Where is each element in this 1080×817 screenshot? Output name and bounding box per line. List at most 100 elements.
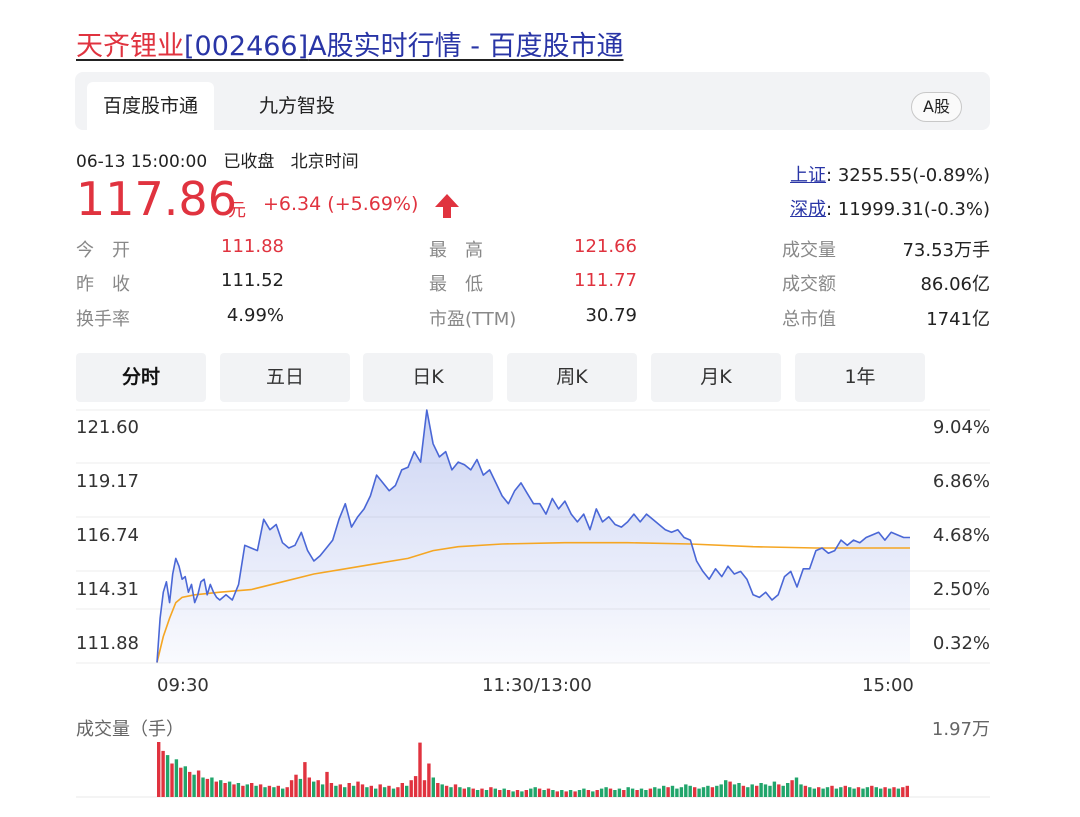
volume-bar [316, 780, 320, 797]
volume-bar [529, 788, 533, 797]
volume-bar [662, 785, 666, 797]
volume-bar [165, 755, 170, 797]
volume-bar [219, 780, 223, 797]
volume-bar [338, 784, 342, 797]
volume-bar [555, 791, 559, 797]
volume-bar [817, 787, 821, 797]
volume-bar [892, 787, 896, 797]
volume-bar [622, 790, 626, 797]
volume-bar [724, 780, 728, 797]
volume-bar [236, 783, 241, 797]
volume-bar [409, 780, 413, 797]
volume-bar [786, 783, 790, 797]
volume-bar [560, 790, 564, 797]
volume-bar [272, 787, 276, 797]
volume-bar [635, 790, 639, 797]
volume-bar [325, 771, 329, 797]
volume-bar [245, 784, 249, 797]
volume-bar [489, 787, 493, 797]
volume-bar [586, 790, 591, 797]
volume-bar [347, 783, 351, 797]
volume-bar [861, 788, 865, 797]
volume-bar [577, 790, 582, 797]
volume-bar [830, 785, 834, 797]
volume-bar [498, 790, 502, 797]
volume-bar [613, 790, 617, 797]
volume-bar [285, 787, 289, 797]
volume-bar [382, 787, 387, 797]
volume-bar [843, 785, 847, 797]
volume-bar [670, 785, 675, 797]
volume-bar [276, 785, 280, 797]
volume-bar [679, 787, 684, 797]
volume-bar [214, 781, 218, 797]
volume-bar [396, 787, 400, 797]
volume-bar [413, 776, 418, 797]
volume-bar [803, 785, 808, 797]
volume-bar [617, 788, 622, 797]
volume-bar [183, 766, 187, 797]
volume-bar [825, 787, 830, 797]
volume-bar [706, 785, 710, 797]
volume-bar [542, 790, 546, 797]
volume-bar [746, 787, 750, 797]
volume-bar [865, 787, 870, 797]
volume-bar [693, 787, 697, 797]
volume-bar [799, 784, 803, 797]
volume-bar [471, 788, 475, 797]
volume-bar [870, 785, 874, 797]
volume-bar [644, 790, 648, 797]
volume-bar [227, 781, 232, 797]
volume-bar [856, 787, 861, 797]
price-area [157, 410, 910, 663]
volume-bar [750, 784, 754, 797]
volume-bar [763, 784, 768, 797]
volume-bar [524, 790, 528, 797]
volume-bar [312, 781, 316, 797]
volume-bar [653, 787, 657, 797]
volume-bar [812, 788, 816, 797]
volume-bar [741, 785, 746, 797]
volume-bar [223, 783, 227, 797]
volume-bar [852, 788, 856, 797]
volume-bar [320, 784, 325, 797]
volume-bar [533, 787, 537, 797]
volume-bar [480, 788, 484, 797]
volume-bar [343, 787, 347, 797]
volume-bar [701, 787, 706, 797]
volume-bar [905, 785, 909, 797]
intraday-chart[interactable] [0, 0, 1080, 817]
volume-bar [794, 777, 799, 797]
volume-bar [896, 788, 901, 797]
volume-bar [599, 788, 604, 797]
volume-bar [608, 788, 613, 797]
volume-bar [546, 788, 551, 797]
volume-bar [626, 787, 630, 797]
volume-bar [719, 784, 723, 797]
volume-bar [790, 780, 794, 797]
volume-bar [848, 787, 852, 797]
volume-bar [157, 742, 161, 797]
volume-bar [360, 784, 365, 797]
volume-bar [755, 785, 759, 797]
volume-bar [551, 790, 555, 797]
volume-bar [630, 788, 635, 797]
volume-bar [883, 787, 887, 797]
volume-bar [573, 791, 577, 797]
volume-bar [170, 763, 174, 797]
volume-bar [356, 781, 360, 797]
volume-bar [768, 785, 772, 797]
volume-bar [684, 784, 688, 797]
volume-bar [781, 785, 785, 797]
volume-bar [387, 785, 391, 797]
volume-bar [564, 791, 568, 797]
volume-bar [440, 784, 444, 797]
volume-bar [688, 785, 692, 797]
volume-bar [582, 788, 586, 797]
volume-bar [710, 787, 715, 797]
volume-bar [568, 790, 573, 797]
volume-bar [422, 780, 427, 797]
volume-bar [595, 790, 599, 797]
volume-bar [391, 788, 396, 797]
volume-bar [737, 783, 741, 797]
